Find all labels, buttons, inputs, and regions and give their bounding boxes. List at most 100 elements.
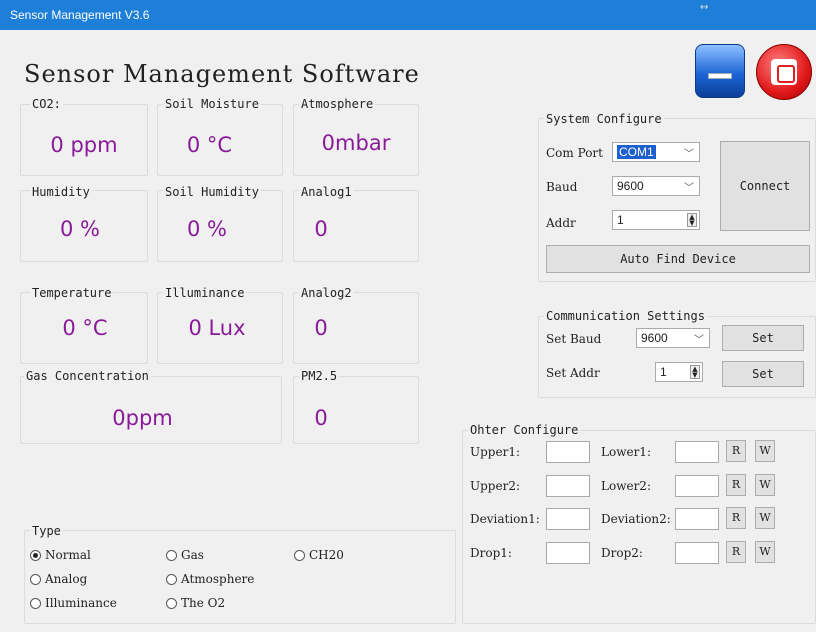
radio-label: The O2 <box>181 596 226 610</box>
radio-icon <box>166 573 177 585</box>
baud-select[interactable]: 9600 ﹀ <box>612 176 700 196</box>
sensor-label: Soil Moisture <box>163 97 261 111</box>
type-radio-normal[interactable]: Normal <box>30 548 91 562</box>
spinner-arrows-icon[interactable]: ▲ ▼ <box>690 365 700 379</box>
sensor-label: Temperature <box>30 286 114 300</box>
radio-label: Analog <box>45 572 88 586</box>
deviation1-label: Deviation1: <box>470 512 540 526</box>
sensor-label: Analog2 <box>299 286 354 300</box>
radio-label: Atmosphere <box>181 572 255 586</box>
set-baud-label: Set Baud <box>546 332 602 346</box>
close-button[interactable] <box>756 44 812 100</box>
other-configure-title: Ohter Configure <box>468 423 581 437</box>
radio-label: Illuminance <box>45 596 117 610</box>
deviation2-input[interactable] <box>675 508 719 530</box>
sensor-value: 0 % <box>60 217 100 241</box>
write-button[interactable]: W <box>755 474 775 496</box>
chevron-down-icon: ﹀ <box>694 335 704 346</box>
radio-label: Gas <box>181 548 204 562</box>
sensor-value: 0ppm <box>112 406 173 430</box>
chevron-down-icon: ﹀ <box>684 183 694 194</box>
write-button[interactable]: W <box>755 541 775 563</box>
set-addr-value: 1 <box>660 365 667 379</box>
window-title: Sensor Management V3.6 <box>10 8 150 22</box>
drop1-label: Drop1: <box>470 546 512 560</box>
app-title: Sensor Management Software <box>24 60 420 88</box>
sensor-value: 0 Lux <box>188 316 246 340</box>
sensor-label: CO2: <box>30 97 63 111</box>
sensor-value: 0 <box>314 217 328 241</box>
type-radio-ch20[interactable]: CH20 <box>294 548 344 562</box>
connect-button[interactable]: Connect <box>720 141 810 231</box>
type-title: Type <box>30 524 63 538</box>
baud-value: 9600 <box>617 179 644 193</box>
read-button[interactable]: R <box>726 440 746 462</box>
radio-icon <box>30 573 41 585</box>
write-button[interactable]: W <box>755 440 775 462</box>
set-baud-button[interactable]: Set <box>722 325 804 351</box>
chevron-down-icon: ﹀ <box>684 149 694 160</box>
set-addr-button[interactable]: Set <box>722 361 804 387</box>
sensor-value: 0 % <box>187 217 227 241</box>
system-configure-title: System Configure <box>544 112 664 126</box>
com-port-label: Com Port <box>546 146 603 160</box>
spinner-arrows-icon[interactable]: ▲ ▼ <box>687 213 697 227</box>
title-bar: Sensor Management V3.6 ↔ <box>0 0 816 30</box>
sensor-value: 0 <box>314 406 328 430</box>
lower2-label: Lower2: <box>601 479 651 493</box>
minimize-button[interactable] <box>695 44 745 98</box>
upper1-input[interactable] <box>546 441 590 463</box>
sensor-label: Soil Humidity <box>163 185 261 199</box>
upper2-input[interactable] <box>546 475 590 497</box>
type-radio-the-o2[interactable]: The O2 <box>166 596 225 610</box>
lower2-input[interactable] <box>675 475 719 497</box>
drop1-input[interactable] <box>546 542 590 564</box>
set-addr-label: Set Addr <box>546 366 600 380</box>
deviation1-input[interactable] <box>546 508 590 530</box>
minimize-icon <box>708 73 732 79</box>
radio-icon <box>30 597 41 609</box>
sensor-value: 0 °C <box>62 316 108 340</box>
resize-cursor-icon: ↔ <box>700 2 709 13</box>
radio-selected-icon <box>30 549 41 561</box>
write-button[interactable]: W <box>755 507 775 529</box>
addr-label: Addr <box>546 216 576 230</box>
addr-spinner[interactable]: 1 ▲ ▼ <box>612 210 700 230</box>
type-radio-gas[interactable]: Gas <box>166 548 204 562</box>
read-button[interactable]: R <box>726 474 746 496</box>
read-button[interactable]: R <box>726 541 746 563</box>
radio-icon <box>166 549 177 561</box>
sensor-value: 0mbar <box>321 131 391 155</box>
sensor-label: Gas Concentration <box>24 369 151 383</box>
auto-find-device-button[interactable]: Auto Find Device <box>546 245 810 273</box>
baud-label: Baud <box>546 180 578 194</box>
lower1-label: Lower1: <box>601 445 651 459</box>
type-radio-analog[interactable]: Analog <box>30 572 87 586</box>
set-baud-value: 9600 <box>641 331 668 345</box>
sensor-label: Humidity <box>30 185 92 199</box>
sensor-value: 0 °C <box>186 133 233 157</box>
type-radio-atmosphere[interactable]: Atmosphere <box>166 572 254 586</box>
sensor-label: Analog1 <box>299 185 354 199</box>
sensor-label: PM2.5 <box>299 369 340 383</box>
radio-label: CH20 <box>309 548 344 562</box>
com-port-select[interactable]: COM1 ﹀ <box>612 142 700 162</box>
communication-settings-title: Communication Settings <box>544 309 707 323</box>
sensor-value: 0 <box>314 316 328 340</box>
radio-label: Normal <box>45 548 91 562</box>
type-radio-illuminance[interactable]: Illuminance <box>30 596 117 610</box>
set-addr-spinner[interactable]: 1 ▲ ▼ <box>655 362 703 382</box>
lower1-input[interactable] <box>675 441 719 463</box>
upper1-label: Upper1: <box>470 445 520 459</box>
com-port-value: COM1 <box>617 145 656 159</box>
sensor-value: 0 ppm <box>50 133 118 157</box>
radio-icon <box>166 597 177 609</box>
drop2-input[interactable] <box>675 542 719 564</box>
read-button[interactable]: R <box>726 507 746 529</box>
addr-value: 1 <box>617 213 624 227</box>
sensor-label: Atmosphere <box>299 97 376 111</box>
set-baud-select[interactable]: 9600 ﹀ <box>636 328 710 348</box>
upper2-label: Upper2: <box>470 479 520 493</box>
sensor-label: Illuminance <box>163 286 247 300</box>
drop2-label: Drop2: <box>601 546 643 560</box>
